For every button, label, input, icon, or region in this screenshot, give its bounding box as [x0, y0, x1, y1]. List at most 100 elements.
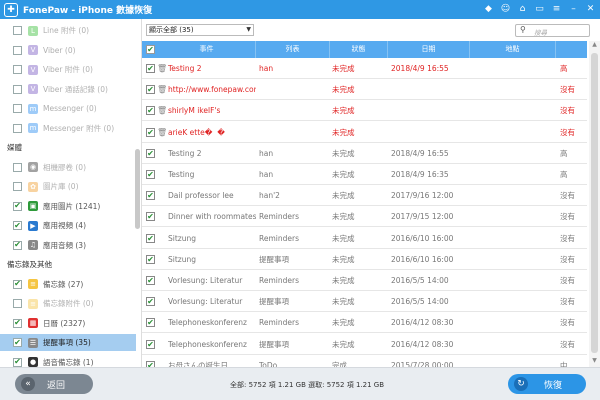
minimize-icon[interactable]: – [567, 2, 580, 15]
sidebar-checkbox[interactable] [13, 318, 22, 328]
voice-memo-icon: ● [28, 357, 38, 367]
sidebar-item[interactable]: V Viber 通話記錄 (0) [0, 81, 136, 98]
row-checkbox[interactable]: ✔ [146, 233, 155, 243]
sidebar-checkbox[interactable] [13, 182, 22, 191]
sidebar-checkbox[interactable] [13, 26, 22, 35]
sidebar-item[interactable]: L Line 附件 (0) [0, 22, 136, 39]
scrollbar-thumb[interactable] [591, 53, 598, 353]
row-checkbox[interactable]: ✔ [146, 276, 155, 285]
row-checkbox[interactable]: ✔ [146, 106, 155, 116]
table-row[interactable]: ✔ 🗑 Testing 2 han 未完成 2018/4/9 16:55 高 [142, 58, 587, 79]
column-place[interactable]: 地點 [470, 41, 556, 58]
sidebar-checkbox[interactable] [13, 338, 22, 347]
sidebar-checkbox[interactable] [13, 357, 22, 367]
sidebar-item-label: Viber 附件 (0) [43, 65, 93, 74]
table-row[interactable]: ✔ 🗑 http://www.fonepaw.com/未完成 沒有 [142, 79, 587, 101]
row-checkbox[interactable]: ✔ [146, 339, 155, 349]
sidebar-item[interactable]: ≡ 備忘錄附件 (0) [0, 295, 136, 312]
cart-icon[interactable]: ⌂ [516, 2, 529, 15]
column-list[interactable]: 列表 [256, 41, 330, 58]
row-checkbox[interactable]: ✔ [146, 170, 155, 179]
table-row[interactable]: ✔ Telephoneskonferenz 提醒事項 未完成 2016/4/12 08:… [142, 334, 587, 355]
sidebar-item-label: 備忘錄附件 (0) [43, 299, 94, 308]
sidebar-checkbox[interactable] [13, 201, 22, 211]
table-row[interactable]: ✔ Dinner with roommates Reminders 未完成 2017/9… [142, 206, 587, 228]
table-row[interactable]: ✔ Dail professor lee han'2 未完成 2017/9/16 12:… [142, 185, 587, 207]
sidebar-checkbox[interactable] [13, 240, 22, 250]
cell-status: 未完成 [332, 191, 355, 201]
table-row[interactable]: ✔ Telephoneskonferenz Reminders 未完成 2016/4/1… [142, 312, 587, 334]
search-input[interactable]: ⚲ 搜尋 [515, 24, 590, 37]
menu-icon[interactable]: ≡ [550, 2, 563, 15]
select-all-checkbox[interactable]: ✔ [146, 45, 155, 54]
sidebar-item[interactable]: ▶ 應用視頻 (4) [0, 217, 136, 234]
sidebar-checkbox[interactable] [13, 104, 22, 113]
cell-place [473, 270, 555, 291]
sidebar-item[interactable]: ✿ 圖片庫 (0) [0, 178, 136, 195]
cell-status: 未完成 [332, 276, 355, 285]
cell-place [473, 122, 555, 143]
sidebar-item[interactable]: ♫ 應用音頻 (3) [0, 237, 136, 254]
row-checkbox[interactable]: ✔ [146, 318, 155, 328]
sidebar-item[interactable]: V Viber 附件 (0) [0, 61, 136, 78]
cell-place [473, 143, 555, 164]
sidebar-checkbox[interactable] [13, 65, 22, 74]
sidebar-checkbox[interactable] [13, 279, 22, 289]
sidebar-checkbox[interactable] [13, 221, 22, 230]
scroll-down-icon[interactable]: ▼ [589, 357, 600, 367]
table-row[interactable]: ✔ Testing 2 han 未完成 2018/4/9 16:55 高 [142, 143, 587, 164]
column-status[interactable]: 狀態 [330, 41, 388, 58]
back-button[interactable]: « 返回 [15, 374, 93, 394]
sidebar-checkbox[interactable] [13, 299, 22, 308]
sidebar-checkbox[interactable] [13, 84, 22, 94]
table-row[interactable]: ✔ お母さんの誕生日 ToDo 完成 2015/7/28 00:00 中 [142, 355, 587, 367]
cell-status: 未完成 [332, 127, 355, 137]
sidebar-item[interactable]: m Messenger (0) [0, 100, 136, 117]
sidebar-checkbox[interactable] [13, 123, 22, 133]
table-row[interactable]: ✔ Vorlesung: Literatur Reminders 未完成 2016/5/… [142, 270, 587, 291]
sidebar-item[interactable]: ▣ 應用圖片 (1241) [0, 198, 136, 215]
table-row[interactable]: ✔ Sitzung Reminders 未完成 2016/6/10 16:00 沒有 [142, 228, 587, 249]
chat-icon[interactable]: ▭ [533, 2, 546, 15]
sidebar-item-label: 語音備忘錄 (1) [43, 357, 94, 367]
recover-button[interactable]: ↻ 恢復 [508, 374, 586, 394]
column-event[interactable]: 事件 [158, 41, 256, 58]
table-row[interactable]: ✔ 🗑 arieK ette� � 未完成 沒有 [142, 122, 587, 143]
row-checkbox[interactable]: ✔ [146, 127, 155, 137]
scroll-up-icon[interactable]: ▲ [589, 41, 600, 51]
diamond-icon[interactable]: ◆ [482, 2, 495, 15]
user-icon[interactable]: ☺ [499, 2, 512, 15]
row-checkbox[interactable]: ✔ [146, 148, 155, 158]
row-checkbox[interactable]: ✔ [146, 212, 155, 222]
filter-select[interactable]: 顯示全部 (35) ▼ [146, 24, 254, 36]
cell-status: 未完成 [332, 318, 355, 328]
sidebar-checkbox[interactable] [13, 162, 22, 172]
column-extra[interactable] [556, 41, 587, 58]
row-checkbox[interactable]: ✔ [146, 85, 155, 95]
table-row[interactable]: ✔ Vorlesung: Literatur 提醒事項 未完成 2016/5/5 14:… [142, 291, 587, 313]
sidebar-item[interactable]: ≡ 備忘錄 (27) [0, 276, 136, 293]
sidebar-checkbox[interactable] [13, 45, 22, 55]
row-checkbox[interactable]: ✔ [146, 297, 155, 307]
table-scrollbar[interactable]: ▲ ▼ [589, 41, 600, 367]
double-chevron-left-icon: « [21, 377, 35, 391]
column-date[interactable]: 日期 [388, 41, 470, 58]
table-row[interactable]: ✔ 🗑 shirlyM ikelF's 未完成 沒有 [142, 100, 587, 122]
row-checkbox[interactable]: ✔ [146, 254, 155, 264]
cell-list: Reminders [259, 233, 299, 243]
sidebar-item[interactable]: ◉ 相機膠卷 (0) [0, 159, 136, 176]
sidebar-item[interactable]: V Viber (0) [0, 42, 136, 59]
sidebar-item-label: 備忘錄 (27) [43, 279, 84, 289]
cell-date [391, 122, 469, 143]
cell-place [473, 355, 555, 367]
sidebar-item[interactable]: m Messenger 附件 (0) [0, 120, 136, 137]
close-icon[interactable]: ✕ [584, 2, 597, 15]
sidebar-item[interactable]: ☰ 提醒事項 (35) [0, 334, 136, 351]
cell-event: Telephoneskonferenz [168, 318, 247, 328]
sidebar-item[interactable]: ● 語音備忘錄 (1) [0, 354, 136, 367]
table-row[interactable]: ✔ Sitzung 提醒事項 未完成 2016/6/10 16:00 沒有 [142, 249, 587, 270]
table-row[interactable]: ✔ Testing han 未完成 2018/4/9 16:35 高 [142, 164, 587, 185]
row-checkbox[interactable]: ✔ [146, 191, 155, 201]
sidebar-item[interactable]: ▦ 日曆 (2327) [0, 315, 136, 332]
row-checkbox[interactable]: ✔ [146, 64, 155, 73]
